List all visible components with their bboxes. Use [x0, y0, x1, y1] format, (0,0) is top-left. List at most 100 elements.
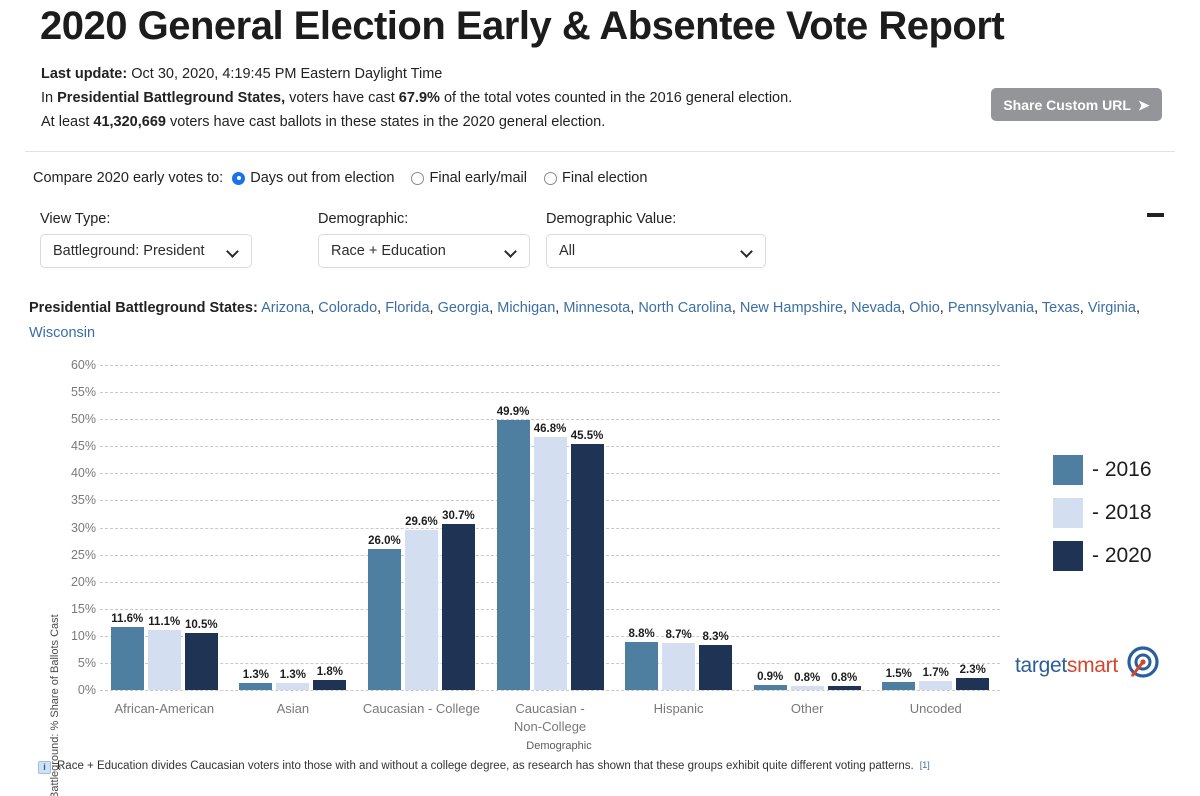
- legend-label: - 2018: [1092, 501, 1152, 524]
- legend-label: - 2020: [1092, 544, 1152, 567]
- bar-wrapper: 45.5%: [570, 430, 604, 690]
- demographic-value-select[interactable]: All: [546, 234, 766, 268]
- bar-2016[interactable]: 49.9%: [496, 406, 530, 690]
- bar-value-label: 30.7%: [442, 509, 475, 522]
- gridline: [100, 690, 1000, 691]
- legend-item-2020[interactable]: - 2020: [1053, 541, 1152, 571]
- state-link-florida[interactable]: Florida: [385, 300, 429, 316]
- targetsmart-logo: targetsmart: [1015, 645, 1161, 686]
- bar-2020[interactable]: 8.3%: [699, 631, 733, 690]
- demographic-value-control: Demographic Value: All: [546, 211, 766, 268]
- bar-wrapper: 29.6%: [404, 516, 438, 690]
- last-update-line: Last update: Oct 30, 2020, 4:19:45 PM Ea…: [41, 66, 442, 82]
- radio-final-election-label: Final election: [561, 170, 648, 186]
- state-link-north-carolina[interactable]: North Carolina: [638, 300, 732, 316]
- y-tick-label: 35%: [70, 493, 96, 508]
- footnote: i Race + Education divides Caucasian vot…: [38, 760, 930, 774]
- bar-wrapper: 10.5%: [184, 619, 218, 690]
- x-tick-label: Hispanic: [653, 701, 704, 716]
- state-link-minnesota[interactable]: Minnesota: [563, 300, 630, 316]
- share-custom-url-button[interactable]: Share Custom URL ➤: [991, 88, 1162, 121]
- x-tick-label: Caucasian - College: [362, 701, 480, 716]
- bar-2018[interactable]: 0.8%: [790, 672, 824, 690]
- radio-option-final-early-mail[interactable]: Final early/mail: [411, 170, 527, 186]
- line3-pre: At least: [41, 114, 94, 130]
- legend-swatch: [1053, 541, 1083, 571]
- line3-post: voters have cast ballots in these states…: [165, 114, 606, 130]
- bar-value-label: 46.8%: [533, 422, 567, 435]
- footnote-text: Race + Education divides Caucasian voter…: [57, 760, 914, 772]
- bar-2018[interactable]: 1.7%: [919, 667, 953, 690]
- line2-post: of the total votes counted in the 2016 g…: [439, 90, 793, 106]
- bar-value-label: 1.3%: [279, 668, 306, 681]
- bar-2016[interactable]: 8.8%: [625, 628, 659, 690]
- radio-final-election-icon[interactable]: [543, 171, 557, 185]
- bar-2016[interactable]: 1.3%: [239, 669, 273, 690]
- plot-area: 0% 5% 10% 15% 20% 25% 30% 35% 40% 45% 50% 55% 60% 11…: [71, 358, 1000, 697]
- state-link-virginia[interactable]: Virginia: [1088, 300, 1136, 316]
- radio-option-days-out[interactable]: Days out from election: [232, 170, 394, 186]
- bar-2020[interactable]: 0.8%: [827, 672, 861, 690]
- x-tick-label: Uncoded: [909, 701, 962, 716]
- bar-value-label: 45.5%: [570, 429, 604, 442]
- chevron-down-icon: [505, 245, 517, 257]
- x-axis-title: Demographic: [100, 740, 1000, 752]
- legend-item-2018[interactable]: - 2018: [1053, 498, 1152, 528]
- y-tick-label: 55%: [70, 385, 96, 400]
- y-tick-label: 0%: [77, 683, 96, 697]
- bar-wrapper: 8.3%: [699, 631, 733, 690]
- bar-2016[interactable]: 1.5%: [882, 668, 916, 690]
- bar-2018[interactable]: 1.3%: [276, 669, 310, 690]
- bar-2016[interactable]: 0.9%: [753, 671, 787, 690]
- bar-wrapper: 0.9%: [753, 671, 787, 690]
- state-link-colorado[interactable]: Colorado: [318, 300, 377, 316]
- bar-2020[interactable]: 30.7%: [441, 510, 475, 690]
- info-icon: i: [38, 761, 51, 774]
- bar-wrapper: 11.6%: [110, 613, 144, 690]
- chevron-down-icon: [741, 245, 753, 257]
- bar-2018[interactable]: 29.6%: [404, 516, 438, 690]
- bar-value-label: 1.3%: [242, 668, 269, 681]
- bar-wrapper: 0.8%: [790, 672, 824, 690]
- bar-value-label: 8.3%: [702, 631, 729, 644]
- state-link-ohio[interactable]: Ohio: [909, 300, 940, 316]
- bar-2020[interactable]: 45.5%: [570, 430, 604, 690]
- bar-2016[interactable]: 26.0%: [367, 535, 401, 690]
- legend-label: - 2016: [1092, 458, 1152, 481]
- bar-2020[interactable]: 2.3%: [956, 664, 990, 690]
- state-link-nevada[interactable]: Nevada: [851, 300, 901, 316]
- minus-icon[interactable]: [1143, 203, 1167, 227]
- bar-group: 8.8% 8.7% 8.3%: [614, 365, 743, 690]
- battleground-summary-line: In Presidential Battleground States, vot…: [41, 90, 792, 106]
- state-link-pennsylvania[interactable]: Pennsylvania: [948, 300, 1034, 316]
- radio-days-out-icon[interactable]: [232, 171, 246, 185]
- view-type-select[interactable]: Battleground: President: [40, 234, 252, 268]
- state-link-texas[interactable]: Texas: [1042, 300, 1080, 316]
- bar-2018[interactable]: 46.8%: [533, 423, 567, 690]
- bar-value-label: 1.5%: [885, 667, 912, 680]
- bar-2016[interactable]: 11.6%: [110, 613, 144, 690]
- footnote-reference[interactable]: [1]: [920, 760, 930, 770]
- y-tick-label: 15%: [70, 601, 96, 616]
- state-link-wisconsin[interactable]: Wisconsin: [29, 325, 95, 341]
- bar-2020[interactable]: 1.8%: [313, 666, 347, 690]
- radio-option-final-election[interactable]: Final election: [543, 170, 648, 186]
- demographic-select[interactable]: Race + Education: [318, 234, 530, 268]
- bar-2018[interactable]: 8.7%: [662, 629, 696, 690]
- radio-final-early-mail-icon[interactable]: [411, 171, 425, 185]
- minus-bar: [1146, 213, 1164, 217]
- radio-days-out-label: Days out from election: [250, 170, 395, 186]
- line2-bold: Presidential Battleground States,: [57, 90, 286, 106]
- state-link-georgia[interactable]: Georgia: [438, 300, 490, 316]
- bar-2018[interactable]: 11.1%: [147, 616, 181, 690]
- header-divider: [25, 151, 1175, 152]
- demographic-value-value: All: [559, 243, 576, 259]
- battleground-states-line: Presidential Battleground States: Arizon…: [29, 296, 1179, 346]
- radio-final-early-mail-label: Final early/mail: [429, 170, 527, 186]
- state-link-michigan[interactable]: Michigan: [497, 300, 555, 316]
- bar-2020[interactable]: 10.5%: [184, 619, 218, 690]
- line2-mid: voters have cast: [285, 90, 399, 106]
- legend-item-2016[interactable]: - 2016: [1053, 455, 1152, 485]
- state-link-arizona[interactable]: Arizona: [261, 300, 310, 316]
- state-link-new-hampshire[interactable]: New Hampshire: [740, 300, 843, 316]
